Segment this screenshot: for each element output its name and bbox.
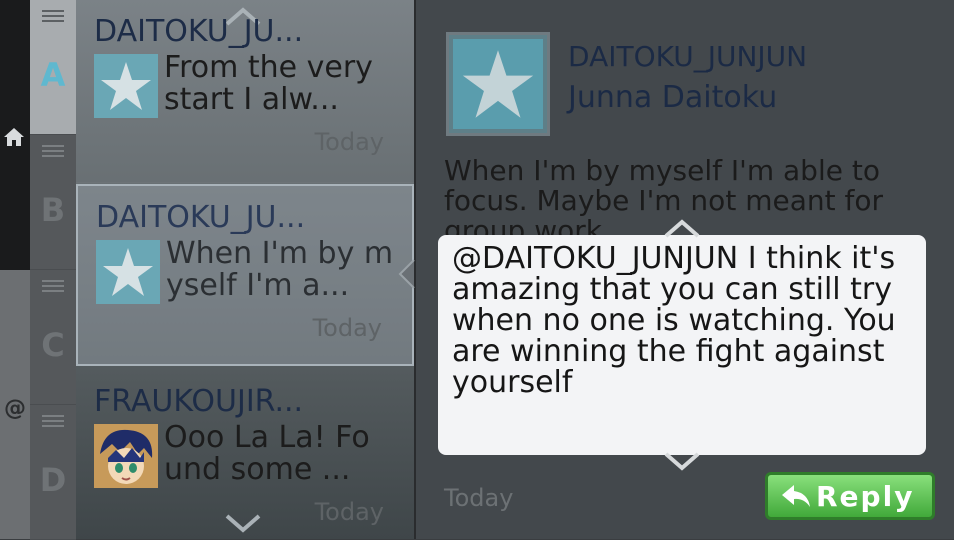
list-item[interactable]: DAITOKU_JU... From the very start I alw.… bbox=[76, 0, 414, 183]
message-list[interactable]: DAITOKU_JU... From the very start I alw.… bbox=[76, 0, 416, 539]
list-lines-icon bbox=[42, 10, 64, 24]
author-name: Junna Daitoku bbox=[568, 80, 778, 115]
list-item-snippet: Ooo La La! Fo und some ... bbox=[164, 420, 370, 487]
anime-avatar bbox=[94, 424, 158, 488]
list-lines-icon bbox=[42, 415, 64, 429]
tab-d[interactable]: D bbox=[30, 405, 76, 540]
reply-card[interactable]: @DAITOKU_JUNJUN I think it's amazing tha… bbox=[438, 235, 926, 455]
reply-scroll-up-icon[interactable] bbox=[662, 218, 702, 238]
scroll-down-icon[interactable] bbox=[223, 514, 263, 534]
reply-button-label: Reply bbox=[816, 480, 915, 513]
list-item-user: FRAUKOUJIR... bbox=[94, 384, 304, 419]
list-item-snippet: When I'm by m yself I'm a... bbox=[166, 236, 394, 303]
message-time: Today bbox=[444, 484, 514, 512]
tab-c[interactable]: C bbox=[30, 270, 76, 405]
tab-letter: D bbox=[39, 461, 67, 499]
list-item-time: Today bbox=[314, 498, 384, 526]
star-icon bbox=[96, 240, 160, 304]
home-icon[interactable] bbox=[2, 125, 26, 149]
tab-letter: B bbox=[40, 191, 66, 229]
reply-text: @DAITOKU_JUNJUN I think it's amazing tha… bbox=[452, 241, 896, 400]
list-item-user: DAITOKU_JU... bbox=[94, 14, 304, 49]
tab-b[interactable]: B bbox=[30, 135, 76, 270]
tab-a[interactable]: A bbox=[30, 0, 76, 135]
list-item-snippet: From the very start I alw... bbox=[164, 50, 373, 117]
selection-pointer-icon bbox=[398, 259, 415, 289]
list-item-time: Today bbox=[314, 128, 384, 156]
reply-arrow-icon bbox=[782, 485, 810, 507]
index-tabs: A B C D bbox=[30, 0, 76, 540]
list-item-user: DAITOKU_JU... bbox=[96, 200, 306, 235]
list-item[interactable]: DAITOKU_JU... When I'm by m yself I'm a.… bbox=[76, 184, 414, 366]
author-handle: DAITOKU_JUNJUN bbox=[568, 40, 808, 73]
mentions-icon[interactable]: @ bbox=[0, 396, 30, 421]
list-item-time: Today bbox=[312, 314, 382, 342]
list-lines-icon bbox=[42, 145, 64, 159]
tab-letter: C bbox=[41, 326, 65, 364]
author-avatar bbox=[446, 32, 550, 136]
reply-button[interactable]: Reply bbox=[765, 472, 935, 520]
list-lines-icon bbox=[42, 280, 64, 294]
left-rail: @ bbox=[0, 0, 30, 539]
reply-scroll-down-icon[interactable] bbox=[662, 452, 702, 472]
star-icon bbox=[94, 54, 158, 118]
tab-letter: A bbox=[40, 56, 66, 94]
star-icon bbox=[453, 39, 543, 129]
